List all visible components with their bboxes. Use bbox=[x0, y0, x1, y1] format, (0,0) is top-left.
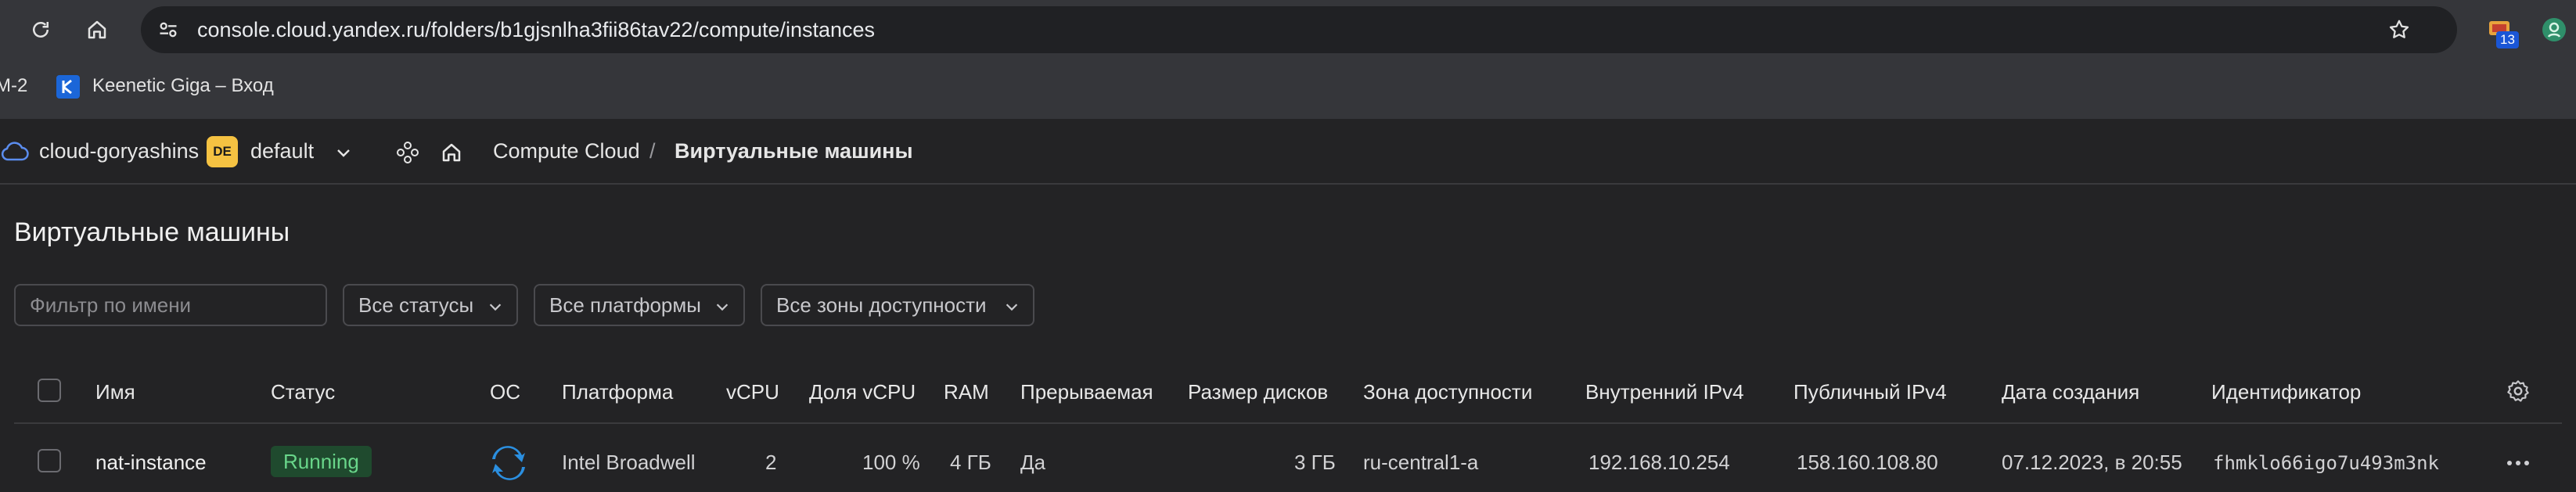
cloud-icon bbox=[0, 138, 30, 166]
column-header-created[interactable]: Дата создания bbox=[2002, 380, 2139, 404]
reload-icon[interactable] bbox=[28, 17, 53, 42]
internal-ip-value: 192.168.10.254 bbox=[1588, 451, 1730, 474]
platform-filter-select[interactable]: Все платформы bbox=[534, 284, 745, 326]
column-header-status[interactable]: Статус bbox=[271, 380, 335, 404]
folder-badge: DE bbox=[207, 136, 238, 167]
zone-value: ru-central1-a bbox=[1363, 451, 1479, 474]
extension-icon[interactable]: 13 bbox=[2485, 16, 2519, 48]
row-actions-more-icon[interactable] bbox=[2504, 452, 2532, 474]
breadcrumb-compute-cloud[interactable]: Compute Cloud bbox=[493, 139, 640, 163]
platform-filter-label: Все платформы bbox=[549, 293, 701, 317]
column-header-id[interactable]: Идентификатор bbox=[2211, 380, 2361, 404]
status-badge: Running bbox=[271, 446, 372, 477]
platform-value: Intel Broadwell bbox=[562, 451, 696, 474]
column-header-platform[interactable]: Платформа bbox=[562, 380, 673, 404]
bookmarks-bar bbox=[0, 59, 2576, 119]
table-settings-gear-icon[interactable] bbox=[2504, 377, 2532, 405]
instance-id-value: fhmklo66igo7u493m3nk bbox=[2213, 452, 2439, 474]
bookmark-item[interactable]: Keenetic Giga – Вход bbox=[92, 75, 274, 97]
chevron-down-icon[interactable] bbox=[332, 141, 355, 164]
column-header-vcpu[interactable]: vCPU bbox=[726, 380, 779, 404]
ram-value: 4 ГБ bbox=[950, 451, 991, 474]
home-icon[interactable] bbox=[438, 139, 465, 166]
column-header-preemptible[interactable]: Прерываемая bbox=[1020, 380, 1153, 404]
name-filter-input[interactable]: Фильтр по имени bbox=[14, 284, 327, 326]
bookmark-star-icon[interactable] bbox=[2387, 17, 2412, 42]
column-header-os[interactable]: ОС bbox=[490, 380, 520, 404]
vcpu-share-value: 100 % bbox=[862, 451, 920, 474]
column-header-internal-ip[interactable]: Внутренний IPv4 bbox=[1585, 380, 1744, 404]
chevron-down-icon bbox=[487, 296, 504, 321]
extension-badge: 13 bbox=[2496, 31, 2519, 48]
chevron-down-icon bbox=[714, 296, 731, 321]
url-text: console.cloud.yandex.ru/folders/b1gjsnlh… bbox=[197, 18, 876, 41]
column-header-name[interactable]: Имя bbox=[95, 380, 135, 404]
keenetic-logo-icon bbox=[56, 75, 80, 99]
status-filter-label: Все статусы bbox=[358, 293, 474, 317]
chevron-down-icon bbox=[1003, 296, 1020, 321]
breadcrumb-separator: / bbox=[649, 139, 656, 163]
os-logo-icon bbox=[488, 443, 529, 483]
column-header-ram[interactable]: RAM bbox=[944, 380, 989, 404]
table-header-divider bbox=[14, 422, 2562, 424]
page-title: Виртуальные машины bbox=[14, 217, 290, 247]
column-header-public-ip[interactable]: Публичный IPv4 bbox=[1793, 380, 1947, 404]
disk-size-value: 3 ГБ bbox=[1294, 451, 1336, 474]
row-checkbox[interactable] bbox=[38, 449, 61, 472]
instance-name-link[interactable]: nat-instance bbox=[95, 451, 207, 475]
public-ip-value: 158.160.108.80 bbox=[1797, 451, 1938, 474]
breadcrumb-current: Виртуальные машины bbox=[675, 139, 913, 163]
address-bar[interactable]: console.cloud.yandex.ru/folders/b1gjsnlh… bbox=[141, 6, 2457, 53]
site-settings-icon[interactable] bbox=[157, 18, 180, 41]
created-date-value: 07.12.2023, в 20:55 bbox=[2002, 451, 2182, 474]
services-icon[interactable] bbox=[394, 139, 421, 166]
column-header-zone[interactable]: Зона доступности bbox=[1363, 380, 1532, 404]
column-header-disk-size[interactable]: Размер дисков bbox=[1188, 380, 1328, 404]
vcpu-value: 2 bbox=[765, 451, 777, 474]
select-all-checkbox[interactable] bbox=[38, 379, 61, 402]
zone-filter-select[interactable]: Все зоны доступности bbox=[761, 284, 1034, 326]
home-icon[interactable] bbox=[85, 17, 110, 42]
folder-selector[interactable]: default bbox=[250, 139, 314, 163]
profile-avatar-icon[interactable] bbox=[2540, 16, 2568, 44]
console-header bbox=[0, 119, 2576, 185]
bookmark-item[interactable]: М-2 bbox=[0, 75, 27, 97]
name-filter-placeholder: Фильтр по имени bbox=[30, 293, 192, 317]
preemptible-value: Да bbox=[1020, 451, 1046, 474]
cloud-selector[interactable]: cloud-goryashins bbox=[39, 139, 199, 163]
column-header-vcpu-share[interactable]: Доля vCPU bbox=[809, 380, 916, 404]
zone-filter-label: Все зоны доступности bbox=[776, 293, 987, 317]
status-filter-select[interactable]: Все статусы bbox=[343, 284, 518, 326]
